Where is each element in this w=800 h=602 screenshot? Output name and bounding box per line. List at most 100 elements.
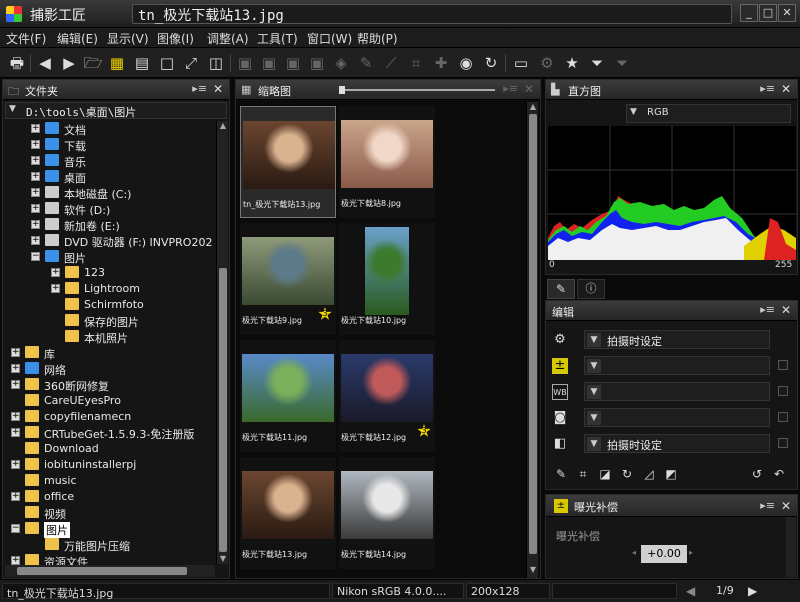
menu-adjust[interactable]: 调整(A) [207,30,249,47]
expand-icon[interactable]: + [31,188,40,197]
pin-icon[interactable]: ▸≡ [760,82,775,95]
curves-icon[interactable]: ◩ [660,463,682,485]
pen-icon[interactable]: ✎ [355,52,377,74]
layout-4-icon[interactable]: ▣ [306,52,328,74]
thumbnail-image[interactable] [341,471,433,539]
expand-icon[interactable]: + [11,364,20,373]
monitor-icon[interactable]: ▭ [510,52,532,74]
menu-help[interactable]: 帮助(P) [357,30,398,47]
chevron-down-icon[interactable]: ▼ [587,359,601,373]
pin-icon[interactable]: ▸≡ [760,303,775,316]
tree-item[interactable]: 保存的图片 [3,313,215,329]
thumbnail-image[interactable] [243,121,335,189]
tree-item[interactable]: + 音乐 [3,153,215,169]
back-icon[interactable]: ◀ [34,52,56,74]
decrement-icon[interactable]: ◂ [632,548,636,557]
thumbnail-image[interactable] [242,354,334,422]
chevron-down-icon[interactable]: ▼ [9,104,16,114]
exposure-checkbox[interactable] [778,360,788,370]
scroll-down-icon[interactable]: ▼ [528,565,538,575]
expand-icon[interactable]: + [31,140,40,149]
pin-icon[interactable]: ▸≡ [760,499,775,512]
chevron-down-icon[interactable]: ▼ [587,333,601,347]
thumbnail-image[interactable] [242,471,334,539]
chevron-down-icon[interactable]: ▼ [630,107,637,117]
layout-5-icon[interactable]: ◈ [330,52,352,74]
forward-icon[interactable]: ▶ [58,52,80,74]
expand-icon[interactable]: + [31,156,40,165]
scroll-up-icon[interactable]: ▲ [528,102,538,112]
close-icon[interactable]: ✕ [213,82,223,96]
tree-item[interactable]: + 文档 [3,121,215,137]
thumbnail-item[interactable]: tn_极光下载站13.jpg [240,106,336,218]
tree-item[interactable]: − 图片 [3,249,215,265]
scroll-down-icon[interactable]: ▼ [218,554,228,564]
expand-icon[interactable]: + [11,348,20,357]
expand-icon[interactable]: + [31,172,40,181]
thumbnail-item[interactable]: 极光下载站10.jpg [339,223,435,335]
crop-icon[interactable]: ⌗ [405,52,427,74]
expand-icon[interactable]: + [51,284,60,293]
tree-item[interactable]: +123 [3,265,215,281]
undo-icon[interactable]: ↶ [768,463,790,485]
tree-item[interactable]: + CRTubeGet-1.5.9.3-免注册版 [3,425,215,441]
tree-item[interactable]: 万能图片压缩 [3,537,215,553]
exposure-value[interactable]: +0.00 [641,545,687,563]
tree-item[interactable]: + 软件 (D:) [3,201,215,217]
close-icon[interactable]: ✕ [524,82,534,96]
tree-item[interactable]: + Lightroom [3,281,215,297]
next-icon[interactable]: ▶ [748,584,757,598]
menu-image[interactable]: 图像(I) [157,30,194,47]
layout-2-icon[interactable]: ▣ [258,52,280,74]
layout-1-icon[interactable]: ▣ [234,52,256,74]
straighten-icon[interactable]: ⟋ [380,52,402,74]
chevron-down-icon[interactable]: ▼ [587,385,601,399]
expand-icon[interactable]: + [11,428,20,437]
tree-item[interactable]: CareUEyesPro [3,393,215,409]
noise-reduction-icon[interactable]: ✎ [550,463,572,485]
close-icon[interactable]: ✕ [781,499,791,513]
retouch-icon[interactable]: ✚ [430,52,452,74]
tree-item[interactable]: − 图片 [3,521,215,538]
pin-icon[interactable]: ▸≡ [192,82,207,95]
tree-item[interactable]: music [3,473,215,489]
menu-view[interactable]: 显示(V) [107,30,149,47]
filter-icon[interactable]: ⏷ [586,52,608,74]
expand-icon[interactable]: + [11,460,20,469]
scroll-up-icon[interactable]: ▲ [218,121,228,131]
collapse-icon[interactable]: − [11,524,20,533]
levels-icon[interactable]: ◿ [638,463,660,485]
tree-item[interactable]: + copyfilenamecn [3,409,215,425]
thumbnail-size-slider[interactable] [340,89,495,91]
compare-icon[interactable]: ◫ [205,52,227,74]
folder-scrollbar[interactable]: ▲ ▼ [216,121,228,564]
tree-item[interactable]: + 网络 [3,361,215,377]
single-view-icon[interactable]: □ [156,52,178,74]
collapse-icon[interactable]: − [31,252,40,261]
minimize-button[interactable]: _ [740,4,758,22]
settings-icon[interactable]: ⚙ [536,52,558,74]
white-balance-checkbox[interactable] [778,386,788,396]
tree-item[interactable]: + 本地磁盘 (C:) [3,185,215,201]
rotate-icon[interactable]: ↻ [480,52,502,74]
expand-icon[interactable]: + [11,492,20,501]
tab-info[interactable]: ⓘ [577,279,605,299]
tree-item[interactable]: +360断网修复 [3,377,215,393]
straighten-icon[interactable]: ◪ [594,463,616,485]
expand-icon[interactable]: + [11,380,20,389]
grid-view-icon[interactable]: ▦ [106,52,128,74]
app-icon[interactable]: ◉ [455,52,477,74]
resize-icon[interactable]: ⌗ [572,463,594,485]
tree-item[interactable]: + iobituninstallerpj [3,457,215,473]
tree-item[interactable]: Schirmfoto [3,297,215,313]
tree-item[interactable]: Download [3,441,215,457]
expand-icon[interactable]: + [11,412,20,421]
thumbnail-size-handle[interactable] [339,86,345,94]
open-folder-icon[interactable]: 🗁 [82,52,104,74]
thumbnail-item[interactable]: 极光下载站12.jpg 3 [339,340,435,452]
picture-control-select[interactable]: ▼ [584,408,770,427]
lens-select[interactable]: ▼ 拍摄时设定 [584,434,770,453]
expand-icon[interactable]: + [31,124,40,133]
expand-icon[interactable]: + [31,220,40,229]
white-balance-select[interactable]: ▼ [584,382,770,401]
